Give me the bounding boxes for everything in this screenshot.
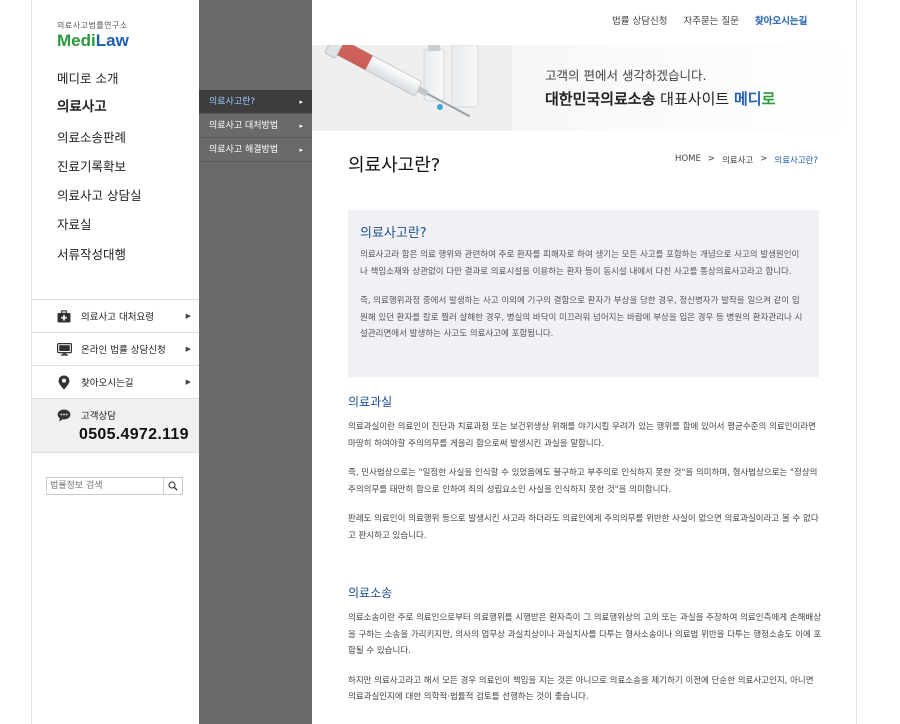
logo-medi: Medi	[57, 31, 96, 50]
chevron-right-icon: ▶	[185, 312, 191, 320]
chevron-right-icon: ▸	[299, 146, 303, 154]
chevron-right-icon: ▸	[299, 98, 303, 106]
section-heading: 의료과실	[348, 395, 393, 409]
monitor-icon	[56, 341, 72, 357]
main-menu-item-consulting[interactable]: 의료사고 상담실	[57, 181, 141, 210]
intro-paragraph: 즉, 의료행위과정 중에서 발생하는 사고 이외에 기구의 결함으로 환자가 부…	[360, 296, 803, 339]
banner-text: 고객의 편에서 생각하겠습니다. 대한민국의료소송 대표사이트 메디로	[545, 65, 775, 109]
quick-links: 의료사고 대처요령 ▶ 온라인 법률 상담신청 ▶ 찾아오시는길 ▶ 고객상담 …	[32, 299, 199, 453]
breadcrumb: HOME > 의료사고 > 의료사고란?	[675, 154, 818, 166]
page-frame: 의료사고법률연구소 MediLaw 메디로 소개 의료사고 의료소송판례 진료기…	[31, 0, 857, 724]
chevron-right-icon: ▸	[299, 122, 303, 130]
section-heading: 의료소송	[348, 586, 393, 600]
sub-menu: 의료사고란? ▸ 의료사고 대처방법 ▸ 의료사고 해결방법 ▸	[199, 90, 312, 162]
intro-box: 의료사고란? 의료사고라 함은 의료 행위와 관련하여 주로 환자를 피해자로 …	[348, 210, 819, 377]
main-menu-item-records[interactable]: 진료기록확보	[57, 152, 141, 181]
section-paragraph: 즉, 민사법상으로는 "일정한 사실을 인식할 수 있었음에도 불구하고 부주의…	[348, 468, 818, 495]
contact-label: 고객상담	[81, 411, 116, 422]
intro-paragraph: 의료사고라 함은 의료 행위와 관련하여 주로 환자를 피해자로 하여 생기는 …	[360, 250, 800, 277]
contact-phone[interactable]: 0505.4972.119	[79, 426, 199, 444]
search-box	[46, 477, 183, 495]
contact-box: 고객상담 0505.4972.119	[32, 399, 199, 453]
chevron-right-icon: ▶	[185, 345, 191, 353]
breadcrumb-current: 의료사고란?	[774, 156, 818, 166]
logo-subtitle: 의료사고법률연구소	[57, 21, 128, 30]
chevron-right-icon: ▶	[185, 378, 191, 386]
banner-tagline: 고객의 편에서 생각하겠습니다.	[545, 68, 707, 83]
section-negligence: 의료과실 의료과실이란 의료인이 진단과 치료과정 또는 보건위생상 위해를 야…	[348, 393, 823, 544]
section-paragraph: 의료과실이란 의료인이 진단과 치료과정 또는 보건위생상 위해를 야기시킬 우…	[348, 422, 816, 449]
banner-headline: 대한민국의료소송 대표사이트 메디로	[545, 90, 776, 108]
search-input[interactable]	[47, 478, 163, 494]
sub-menu-item-resolution[interactable]: 의료사고 해결방법 ▸	[199, 138, 312, 162]
hero-banner: 고객의 편에서 생각하겠습니다. 대한민국의료소송 대표사이트 메디로	[312, 45, 856, 131]
sub-menu-label: 의료사고란?	[209, 97, 256, 107]
sub-menu-item-response[interactable]: 의료사고 대처방법 ▸	[199, 114, 312, 138]
intro-heading: 의료사고란?	[360, 226, 427, 241]
logo-wordmark: MediLaw	[57, 32, 129, 49]
section-paragraph: 판례도 의료인이 의료행위 등으로 발생시킨 사고라 하더라도 의료인에게 주의…	[348, 514, 819, 541]
quick-link-label: 찾아오시는길	[81, 378, 134, 389]
logo-law: Law	[95, 31, 129, 50]
speech-bubble-icon	[56, 408, 72, 422]
left-sidebar: 의료사고법률연구소 MediLaw 메디로 소개 의료사고 의료소송판례 진료기…	[32, 0, 199, 724]
main-menu-item-resources[interactable]: 자료실	[57, 210, 141, 239]
quick-link-label: 온라인 법률 상담신청	[81, 345, 166, 356]
search-icon	[168, 481, 178, 491]
main-menu-item-medical-accident[interactable]: 의료사고	[57, 93, 141, 122]
main-menu: 메디로 소개 의료사고 의료소송판례 진료기록확보 의료사고 상담실 자료실 서…	[57, 64, 141, 269]
search-button[interactable]	[163, 478, 182, 494]
location-pin-icon	[56, 374, 72, 390]
main-menu-item-about[interactable]: 메디로 소개	[57, 64, 141, 93]
page-title: 의료사고란?	[348, 155, 441, 176]
quick-link-response-guide[interactable]: 의료사고 대처요령 ▶	[32, 300, 199, 333]
chevron-right-icon: >	[707, 154, 715, 164]
main-menu-item-documents[interactable]: 서류작성대행	[57, 240, 141, 269]
sub-menu-panel: 의료사고란? ▸ 의료사고 대처방법 ▸ 의료사고 해결방법 ▸	[199, 0, 312, 724]
sub-menu-label: 의료사고 해결방법	[209, 145, 279, 155]
first-aid-kit-icon	[56, 308, 72, 324]
chevron-right-icon: >	[760, 154, 768, 164]
section-litigation: 의료소송 의료소송이란 주로 의료인으로부터 의료행위를 시행받은 환자측이 그…	[348, 584, 823, 706]
top-nav-faq[interactable]: 자주묻는 질문	[683, 13, 738, 27]
top-nav: 법률 상담신청 자주묻는 질문 찾아오시는길	[612, 13, 807, 27]
section-paragraph: 의료소송이란 주로 의료인으로부터 의료행위를 시행받은 환자측이 그 의료행위…	[348, 613, 822, 656]
breadcrumb-home[interactable]: HOME	[675, 154, 701, 166]
quick-link-online-consult[interactable]: 온라인 법률 상담신청 ▶	[32, 333, 199, 366]
syringe-illustration	[312, 45, 512, 131]
top-nav-directions[interactable]: 찾아오시는길	[755, 13, 807, 27]
sub-menu-label: 의료사고 대처방법	[209, 121, 279, 131]
main-menu-item-case-law[interactable]: 의료소송판례	[57, 123, 141, 152]
section-paragraph: 하지만 의료사고라고 해서 모든 경우 의료인이 책임을 지는 것은 아니므로 …	[348, 675, 814, 703]
logo[interactable]: 의료사고법률연구소 MediLaw	[57, 20, 129, 49]
quick-link-label: 의료사고 대처요령	[81, 312, 154, 323]
quick-link-directions[interactable]: 찾아오시는길 ▶	[32, 366, 199, 399]
sub-menu-item-what-is[interactable]: 의료사고란? ▸	[199, 90, 312, 114]
breadcrumb-section[interactable]: 의료사고	[722, 154, 753, 166]
top-nav-consult[interactable]: 법률 상담신청	[612, 13, 667, 27]
